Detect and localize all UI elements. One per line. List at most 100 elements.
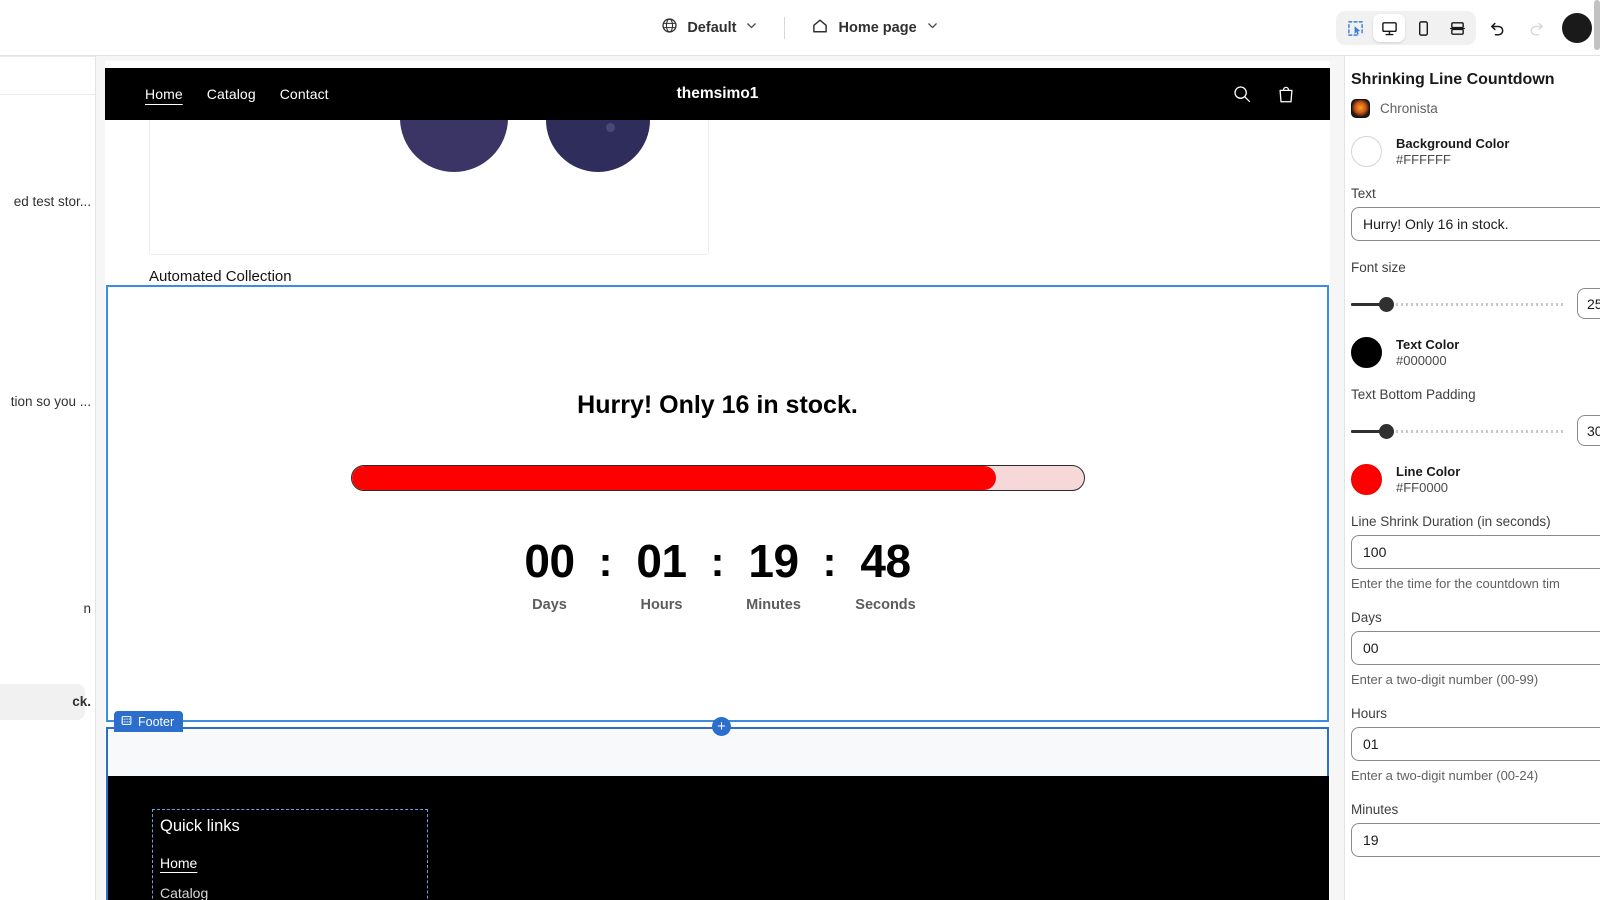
slider-handle[interactable]: [1379, 296, 1394, 312]
page-selector-label: Home page: [838, 20, 917, 36]
theme-selector-label: Default: [687, 20, 737, 36]
storefront-footer: Quick links Home Catalog: [106, 776, 1329, 900]
countdown-label: Hours: [640, 597, 683, 613]
storefront-nav: Home Catalog Contact: [145, 86, 329, 102]
countdown-unit-days: 00 Days: [504, 536, 596, 613]
minutes-input[interactable]: [1351, 823, 1600, 857]
panel-text-fragment: tion so you ...: [10, 394, 91, 409]
countdown-value: 19: [748, 535, 799, 587]
shrinking-line-bar: [351, 465, 1085, 491]
search-icon[interactable]: [1232, 84, 1252, 104]
text-color-label: Text Color: [1396, 337, 1460, 352]
storefront-actions: [1232, 84, 1296, 105]
hours-input[interactable]: [1351, 727, 1600, 761]
collection-image-card[interactable]: [149, 120, 709, 255]
app-attribution: Chronista: [1351, 99, 1600, 118]
chevron-down-icon: [745, 19, 758, 37]
days-input[interactable]: [1351, 631, 1600, 665]
fullwidth-preview-button[interactable]: [1441, 14, 1473, 42]
countdown-separator: :: [822, 538, 837, 585]
background-color-setting[interactable]: Background Color #FFFFFF: [1351, 136, 1600, 167]
countdown-label: Days: [532, 597, 567, 613]
product-shape: [400, 120, 508, 172]
text-color-setting[interactable]: Text Color #000000: [1351, 337, 1600, 368]
desktop-preview-button[interactable]: [1373, 14, 1405, 42]
toolbar-divider: [784, 17, 786, 39]
shrinking-line-bar-fill: [352, 466, 997, 490]
nav-link-catalog[interactable]: Catalog: [207, 86, 256, 102]
footer-link-catalog[interactable]: Catalog: [160, 885, 208, 900]
theme-editor-app: Default Home page ed test stor... tion s…: [0, 0, 1600, 900]
text-color-swatch[interactable]: [1351, 337, 1382, 368]
globe-icon: [661, 17, 678, 39]
window-scrollbar[interactable]: [1594, 0, 1600, 50]
text-color-meta: Text Color #000000: [1396, 337, 1459, 368]
app-name-label: Chronista: [1380, 101, 1438, 116]
settings-title: Shrinking Line Countdown: [1351, 71, 1555, 88]
chevron-down-icon: [926, 19, 939, 37]
collection-title: Automated Collection: [149, 268, 292, 285]
countdown-headline: Hurry! Only 16 in stock.: [577, 391, 858, 419]
sections-panel: ed test stor... tion so you ... n ck.: [0, 56, 96, 900]
footer-title: Quick links: [160, 817, 240, 835]
user-avatar[interactable]: [1562, 13, 1592, 43]
footer-link-home[interactable]: Home: [160, 855, 197, 871]
countdown-value: 01: [636, 535, 687, 587]
countdown-section-selected[interactable]: Hurry! Only 16 in stock. 00 Days : 01 Ho…: [106, 285, 1329, 722]
page-selector[interactable]: Home page: [801, 11, 948, 46]
font-size-input[interactable]: [1577, 288, 1600, 319]
footer-section-badge[interactable]: Footer: [114, 711, 184, 732]
days-help: Enter a two-digit number (00-99): [1351, 672, 1539, 687]
select-tool-button[interactable]: [1339, 14, 1371, 42]
hours-help: Enter a two-digit number (00-24): [1351, 768, 1539, 783]
text-color-value: #000000: [1396, 353, 1447, 368]
nav-link-home[interactable]: Home: [145, 86, 183, 102]
panel-divider: [0, 94, 95, 95]
text-bottom-padding-setting: [1351, 415, 1600, 446]
theme-selector[interactable]: Default: [651, 11, 768, 45]
top-toolbar: Default Home page: [0, 0, 1600, 56]
cart-icon[interactable]: [1276, 84, 1296, 105]
nav-link-contact[interactable]: Contact: [280, 86, 329, 102]
add-section-button[interactable]: +: [712, 717, 731, 736]
undo-button[interactable]: [1482, 12, 1514, 44]
redo-button[interactable]: [1520, 12, 1552, 44]
line-color-setting[interactable]: Line Color #FF0000: [1351, 464, 1600, 495]
minutes-label: Minutes: [1351, 802, 1399, 817]
store-preview-stage: Home Catalog Contact themsimo1 Automated…: [105, 61, 1330, 900]
topbar-right-group: [1336, 0, 1600, 56]
countdown-label: Seconds: [855, 597, 916, 613]
text-input[interactable]: [1351, 207, 1600, 241]
panel-text-fragment: ed test stor...: [13, 194, 91, 209]
background-color-meta: Background Color #FFFFFF: [1396, 136, 1509, 167]
slider-handle[interactable]: [1379, 423, 1394, 439]
countdown-unit-seconds: 48 Seconds: [840, 536, 932, 613]
countdown-timer: 00 Days : 01 Hours : 19 Minutes : 48 Sec…: [108, 536, 1327, 613]
text-bottom-padding-label: Text Bottom Padding: [1351, 387, 1476, 402]
countdown-separator: :: [598, 538, 613, 585]
background-color-swatch[interactable]: [1351, 136, 1382, 167]
text-bottom-padding-input[interactable]: [1577, 415, 1600, 446]
countdown-label: Minutes: [746, 597, 801, 613]
line-color-value: #FF0000: [1396, 480, 1449, 495]
font-size-slider[interactable]: [1351, 295, 1563, 313]
font-size-label: Font size: [1351, 260, 1406, 275]
section-icon: [121, 715, 132, 729]
text-bottom-padding-slider[interactable]: [1351, 422, 1563, 440]
countdown-value: 48: [860, 535, 911, 587]
countdown-separator: :: [710, 538, 725, 585]
line-shrink-duration-input[interactable]: [1351, 535, 1600, 569]
mobile-preview-button[interactable]: [1407, 14, 1439, 42]
text-field-label: Text: [1351, 186, 1376, 201]
days-label: Days: [1351, 610, 1382, 625]
preview-canvas: Home Catalog Contact themsimo1 Automated…: [96, 56, 1344, 900]
line-color-swatch[interactable]: [1351, 464, 1382, 495]
line-color-label: Line Color: [1396, 464, 1461, 479]
line-color-meta: Line Color #FF0000: [1396, 464, 1460, 495]
background-color-value: #FFFFFF: [1396, 152, 1451, 167]
countdown-unit-hours: 01 Hours: [616, 536, 708, 613]
panel-selected-item-label: ck.: [72, 694, 91, 709]
hours-label: Hours: [1351, 706, 1388, 721]
panel-divider: [0, 56, 95, 57]
settings-sidebar: Shrinking Line Countdown Chronista Backg…: [1344, 56, 1600, 900]
